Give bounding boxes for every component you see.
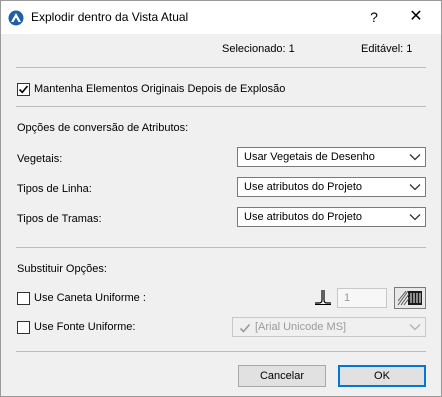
substitute-section-title: Substituir Opções: xyxy=(17,263,107,275)
conversion-section-title: Opções de conversão de Atributos: xyxy=(17,122,189,134)
archicad-app-icon xyxy=(8,10,24,26)
uniform-font-checkbox[interactable] xyxy=(17,321,30,334)
checkmark-icon xyxy=(18,85,29,94)
line-types-select[interactable]: Use atributos do Projeto xyxy=(237,177,426,197)
line-types-label: Tipos de Linha: xyxy=(17,183,92,195)
divider xyxy=(16,106,426,107)
pen-pattern-icon xyxy=(397,290,422,306)
line-types-value: Use atributos do Projeto xyxy=(244,181,363,193)
chevron-down-icon xyxy=(409,154,421,161)
divider xyxy=(16,247,426,248)
fill-types-value: Use atributos do Projeto xyxy=(244,211,363,223)
chevron-down-icon xyxy=(409,214,421,221)
explode-dialog: Explodir dentro da Vista Atual ? ✕ Selec… xyxy=(0,0,442,397)
pen-number-value: 1 xyxy=(344,292,351,304)
ok-button[interactable]: OK xyxy=(338,365,426,387)
pen-color-swatch[interactable] xyxy=(394,287,426,309)
divider xyxy=(16,351,426,352)
close-button[interactable]: ✕ xyxy=(406,7,426,27)
chevron-down-icon xyxy=(409,184,421,191)
uniform-font-label: Use Fonte Uniforme: xyxy=(34,321,136,333)
cancel-button[interactable]: Cancelar xyxy=(238,365,326,387)
vegetation-value: Usar Vegetais de Desenho xyxy=(244,151,375,163)
pen-icon xyxy=(315,290,331,305)
pen-number-field[interactable]: 1 xyxy=(337,288,387,308)
fill-types-label: Tipos de Tramas: xyxy=(17,213,102,225)
uniform-pen-label: Use Caneta Uniforme : xyxy=(34,292,146,304)
keep-originals-label: Mantenha Elementos Originais Depois de E… xyxy=(34,83,286,95)
title-bar: Explodir dentro da Vista Atual ? ✕ xyxy=(1,1,441,34)
vegetation-label: Vegetais: xyxy=(17,153,63,165)
uniform-pen-checkbox[interactable] xyxy=(17,292,30,305)
checkmark-icon xyxy=(239,323,251,333)
vegetation-select[interactable]: Usar Vegetais de Desenho xyxy=(237,147,426,167)
help-button[interactable]: ? xyxy=(364,7,384,27)
editable-count: Editável: 1 xyxy=(361,43,413,55)
fill-types-select[interactable]: Use atributos do Projeto xyxy=(237,207,426,227)
keep-originals-checkbox[interactable] xyxy=(17,83,30,96)
selected-count: Selecionado: 1 xyxy=(222,43,295,55)
font-select[interactable]: [Arial Unicode MS] xyxy=(232,317,426,337)
chevron-down-icon xyxy=(409,324,421,331)
window-title: Explodir dentro da Vista Atual xyxy=(31,10,189,24)
divider xyxy=(16,67,426,68)
font-value: [Arial Unicode MS] xyxy=(255,321,347,333)
